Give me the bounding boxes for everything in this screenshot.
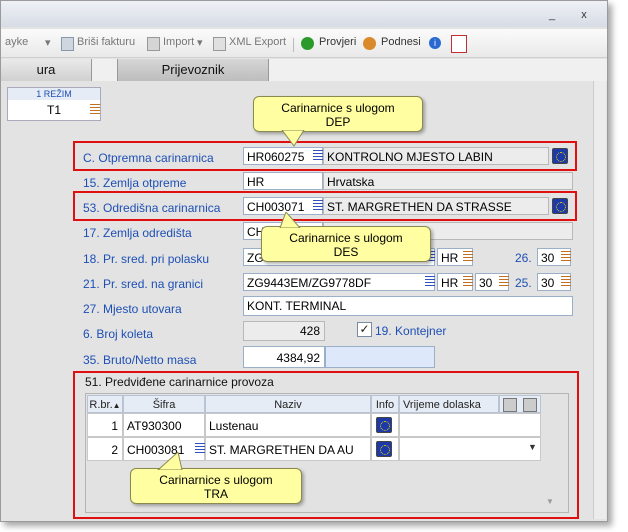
list-icon[interactable] bbox=[463, 276, 473, 288]
tab-partial[interactable]: ura bbox=[1, 59, 92, 81]
row-1-name: Lustenau bbox=[205, 413, 371, 437]
row-1-code[interactable]: AT930300 bbox=[123, 413, 205, 437]
row-2-name: ST. MARGRETHEN DA AU bbox=[205, 437, 371, 461]
toolbar-partial-item[interactable]: ayke bbox=[5, 36, 28, 48]
departure-office-label: C. Otpremna carinarnica bbox=[83, 151, 214, 165]
callout-des-pointer bbox=[279, 212, 301, 228]
toolbar-separator bbox=[293, 38, 294, 52]
eu-flag-icon[interactable] bbox=[376, 417, 392, 433]
tab-strip: ura Prijevoznik bbox=[1, 59, 607, 81]
list-icon[interactable] bbox=[195, 443, 205, 455]
col-info-header[interactable]: Info bbox=[371, 395, 399, 413]
dispatch-country-label: 15. Zemlja otpreme bbox=[83, 176, 187, 190]
callout-dep-line1: Carinarnice s ulogom bbox=[281, 101, 395, 115]
list-icon[interactable] bbox=[561, 276, 571, 288]
col-arrival-header[interactable]: Vrijeme dolaska bbox=[399, 395, 499, 413]
col-rbr-label: R.br. bbox=[89, 399, 113, 411]
check-icon bbox=[301, 37, 314, 50]
transport-border-label: 21. Pr. sred. na granici bbox=[83, 277, 204, 291]
callout-tra-line1: Carinarnice s ulogom bbox=[159, 473, 273, 487]
info-icon[interactable]: i bbox=[429, 37, 441, 49]
container-label: 19. Kontejner bbox=[375, 324, 447, 338]
mode-box: 1 REŽIM T1 bbox=[7, 87, 101, 121]
field-25-label: 25. bbox=[515, 276, 532, 290]
callout-dep-line2: DEP bbox=[325, 115, 351, 129]
dropdown-arrow-icon: ▾ bbox=[197, 37, 203, 49]
dispatch-country-code[interactable]: HR bbox=[243, 172, 323, 190]
departure-office-code[interactable]: HR060275 bbox=[243, 147, 323, 165]
mode-header: 1 REŽIM bbox=[8, 88, 100, 100]
transport-border-value[interactable]: ZG9443EM/ZG9778DF bbox=[243, 273, 435, 291]
col-code-header[interactable]: Šifra bbox=[123, 395, 205, 413]
title-bar: _ x bbox=[1, 1, 607, 27]
transit-section-title: 51. Predviđene carinarnice provoza bbox=[85, 375, 274, 389]
destination-country-label: 17. Zemlja odredišta bbox=[83, 226, 192, 240]
row-2-arrival[interactable] bbox=[399, 437, 541, 461]
document-red-icon[interactable] bbox=[451, 35, 467, 53]
net-mass-value[interactable] bbox=[325, 346, 435, 368]
list-icon[interactable] bbox=[425, 276, 435, 288]
xml-export-icon bbox=[213, 37, 226, 51]
delete-invoice-button[interactable]: Briši fakturu bbox=[77, 36, 135, 48]
delete-row-icon[interactable] bbox=[523, 398, 537, 412]
list-icon[interactable] bbox=[561, 251, 571, 263]
callout-des-line1: Carinarnice s ulogom bbox=[289, 231, 403, 245]
list-icon[interactable] bbox=[313, 150, 323, 162]
loading-place-label: 27. Mjesto utovara bbox=[83, 302, 182, 316]
dropdown-arrow-icon: ▾ bbox=[45, 37, 51, 49]
callout-tra-pointer bbox=[157, 452, 183, 470]
row-1-no: 1 bbox=[87, 413, 123, 437]
destination-office-name: ST. MARGRETHEN DA STRASSE bbox=[323, 197, 549, 215]
row-1-arrival[interactable] bbox=[399, 413, 541, 437]
callout-dep: Carinarnice s ulogom DEP bbox=[253, 96, 423, 132]
callout-des-line2: DES bbox=[333, 245, 359, 259]
list-icon[interactable] bbox=[463, 251, 473, 263]
scroll-down-icon[interactable]: ▼ bbox=[546, 497, 554, 506]
eu-flag-icon[interactable] bbox=[552, 198, 568, 214]
submit-icon bbox=[363, 37, 376, 50]
departure-office-name: KONTROLNO MJESTO LABIN bbox=[323, 147, 549, 165]
col-name-header[interactable]: Naziv bbox=[205, 395, 371, 413]
callout-des: Carinarnice s ulogom DES bbox=[261, 226, 431, 262]
dropdown-arrow-icon[interactable]: ▼ bbox=[528, 442, 537, 452]
callout-tra-line2: TRA bbox=[204, 487, 228, 501]
col-rbr-header[interactable]: R.br.▲ bbox=[87, 395, 123, 413]
minimize-button[interactable]: _ bbox=[541, 8, 563, 22]
row-2-no: 2 bbox=[87, 437, 123, 461]
tab-prijevoznik[interactable]: Prijevoznik bbox=[117, 59, 269, 81]
add-row-icon[interactable] bbox=[503, 398, 517, 412]
eu-flag-icon[interactable] bbox=[552, 148, 568, 164]
xml-export-button[interactable]: XML Export bbox=[229, 36, 286, 48]
loading-place-value[interactable]: KONT. TERMINAL bbox=[243, 296, 573, 316]
list-icon bbox=[90, 104, 100, 116]
mass-label: 35. Bruto/Netto masa bbox=[83, 353, 197, 367]
field-26-label: 26. bbox=[515, 251, 532, 265]
gross-mass-value[interactable]: 4384,92 bbox=[243, 346, 325, 368]
list-icon[interactable] bbox=[313, 200, 323, 212]
packages-label: 6. Broj koleta bbox=[83, 327, 154, 341]
sort-up-icon: ▲ bbox=[112, 401, 121, 410]
callout-dep-pointer bbox=[281, 130, 305, 147]
import-button[interactable]: Import bbox=[163, 36, 194, 48]
submit-button[interactable]: Podnesi bbox=[381, 36, 421, 48]
import-icon bbox=[147, 37, 160, 51]
eu-flag-icon[interactable] bbox=[376, 441, 392, 457]
container-checkbox[interactable]: ✓ bbox=[357, 322, 372, 337]
check-button[interactable]: Provjeri bbox=[319, 36, 356, 48]
delete-invoice-icon bbox=[61, 37, 74, 51]
list-icon[interactable] bbox=[499, 276, 509, 288]
toolbar: ayke ▾ Briši fakturu Import ▾ XML Export… bbox=[1, 29, 607, 58]
vertical-scrollbar[interactable] bbox=[593, 81, 606, 519]
transport-departure-label: 18. Pr. sred. pri polasku bbox=[83, 252, 210, 266]
dispatch-country-name: Hrvatska bbox=[323, 172, 573, 190]
callout-tra: Carinarnice s ulogom TRA bbox=[130, 468, 302, 504]
packages-value: 428 bbox=[243, 321, 325, 341]
close-button[interactable]: x bbox=[573, 8, 595, 22]
destination-office-label: 53. Odredišna carinarnica bbox=[83, 201, 221, 215]
